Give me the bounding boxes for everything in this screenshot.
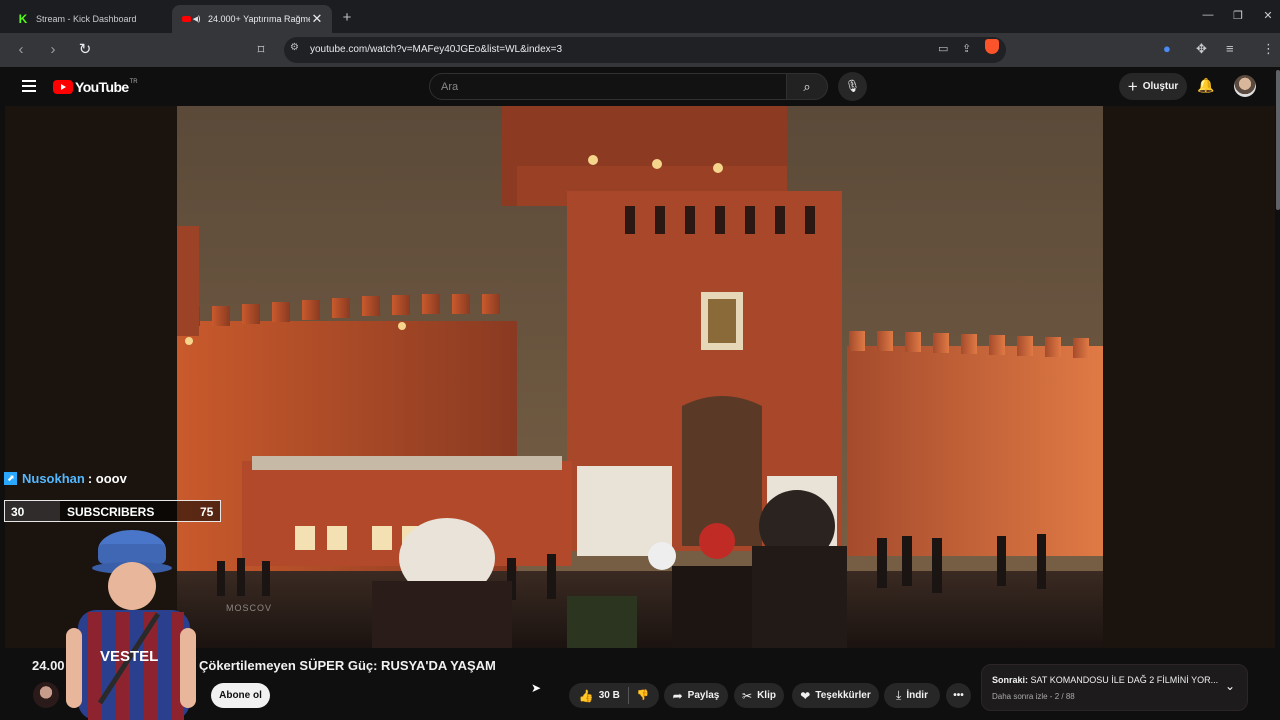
clip-button[interactable]: ✂ Klip	[734, 683, 784, 708]
shirt-text: VESTEL	[100, 648, 158, 665]
tab-youtube-video[interactable]: ◀) 24.000+ Yaptırıma Rağmen ✕	[172, 5, 332, 33]
chat-username: Nusokhan	[22, 471, 85, 486]
bookmark-icon[interactable]: ⌑	[250, 39, 272, 61]
channel-avatar[interactable]	[33, 682, 59, 708]
more-actions-button[interactable]: •••	[946, 683, 971, 708]
streamer-figure: VESTEL	[66, 530, 196, 720]
youtube-logo[interactable]: YouTube TR	[53, 79, 138, 95]
goal-end: 75	[200, 505, 214, 519]
streamer-overlay: VESTEL	[60, 528, 200, 720]
cast-icon[interactable]: ▭	[938, 42, 948, 55]
youtube-header: YouTube TR ⌕ 🎙 +Oluştur 🔔	[0, 67, 1280, 106]
tab-title: 24.000+ Yaptırıma Rağmen	[208, 14, 310, 24]
thanks-button[interactable]: ❤ Teşekkürler	[792, 683, 879, 708]
browser-toolbar: ‹ › ↻ ⌑ ⚙ youtube.com/watch?v=MAFey40JGE…	[0, 33, 1280, 67]
brave-shield-icon[interactable]	[985, 39, 999, 54]
dislike-button[interactable]: 👎	[637, 690, 649, 701]
search-button[interactable]: ⌕	[786, 73, 828, 100]
kremlin-night-scene	[177, 106, 1103, 648]
share-icon[interactable]: ⇪	[962, 42, 971, 55]
search-input[interactable]	[430, 74, 786, 99]
media-control-icon[interactable]: ≡	[1226, 41, 1234, 56]
restore-icon[interactable]: ❐	[1228, 9, 1248, 22]
share-button[interactable]: ➦ Paylaş	[664, 683, 728, 708]
youtube-play-icon	[53, 80, 73, 94]
browser-tab-strip: K Stream - Kick Dashboard ◀) 24.000+ Yap…	[0, 0, 1280, 36]
subscriber-goal-bar: 30 SUBSCRIBERS 75	[4, 500, 221, 522]
back-icon[interactable]: ‹	[10, 39, 32, 61]
forward-icon[interactable]: ›	[42, 39, 64, 61]
share-arrow-icon: ➦	[672, 688, 683, 703]
up-next-title-line: Sonraki: SAT KOMANDOSU İLE DAĞ 2 FİLMİNİ…	[992, 675, 1219, 685]
browser-menu-icon[interactable]: ⋮	[1262, 41, 1275, 57]
notifications-bell-icon[interactable]: 🔔	[1197, 77, 1214, 94]
super-thanks-icon: ❤	[800, 688, 811, 703]
more-dots-icon: •••	[953, 690, 964, 701]
site-settings-icon[interactable]: ⚙	[290, 42, 299, 53]
new-tab-button[interactable]: +	[338, 9, 356, 27]
up-next-panel[interactable]: Sonraki: SAT KOMANDOSU İLE DAĞ 2 FİLMİNİ…	[981, 664, 1248, 711]
goal-label: SUBSCRIBERS	[67, 505, 155, 519]
reload-icon[interactable]: ↻	[74, 39, 96, 61]
account-avatar[interactable]	[1234, 75, 1256, 97]
up-next-subtitle: Daha sonra izle - 2 / 88	[992, 692, 1075, 701]
url-text[interactable]: youtube.com/watch?v=MAFey40JGEo&list=WL&…	[310, 44, 562, 55]
chat-message: ⬈ Nusokhan : ooov	[4, 471, 127, 486]
tab-title: Stream - Kick Dashboard	[36, 14, 137, 24]
video-watermark: MOSCOV	[226, 603, 273, 613]
address-bar[interactable]: ⚙ youtube.com/watch?v=MAFey40JGEo&list=W…	[284, 37, 1006, 63]
close-window-icon[interactable]: ✕	[1258, 9, 1278, 22]
thumbs-up-icon: 👍	[578, 688, 594, 703]
extension-icon[interactable]: ●	[1163, 41, 1171, 56]
thumbs-down-icon: 👎	[636, 690, 650, 701]
up-next-title: SAT KOMANDOSU İLE DAĞ 2 FİLMİNİ YOR...	[1030, 675, 1219, 685]
microphone-icon: 🎙	[844, 79, 861, 93]
voice-search-button[interactable]: 🎙	[838, 72, 867, 101]
menu-icon[interactable]	[22, 80, 36, 95]
tab-kick-dashboard[interactable]: K Stream - Kick Dashboard	[8, 5, 170, 33]
minimize-icon[interactable]: —	[1198, 9, 1218, 21]
chat-badge-icon: ⬈	[4, 472, 17, 485]
kick-icon: K	[18, 12, 28, 26]
youtube-icon: ◀)	[180, 12, 202, 26]
like-button[interactable]: 👍 30 B	[579, 689, 620, 703]
download-button[interactable]: ⤓ İndir	[884, 683, 940, 708]
video-title: Çökertilemeyen SÜPER Güç: RUSYA'DA YAŞAM	[199, 658, 496, 673]
like-dislike-group: 👍 30 B 👎	[569, 683, 659, 708]
speaker-icon: ◀)	[192, 16, 201, 23]
search-icon: ⌕	[803, 79, 811, 94]
like-count: 30 B	[598, 690, 620, 701]
divider	[627, 687, 629, 704]
goal-start: 30	[11, 505, 25, 519]
search-box[interactable]	[429, 73, 787, 100]
download-icon: ⤓	[896, 688, 902, 702]
video-frame[interactable]	[177, 106, 1103, 648]
plus-icon: +	[1127, 77, 1138, 96]
extensions-puzzle-icon[interactable]: ✥	[1196, 41, 1207, 57]
mouse-cursor-icon: ➤	[531, 681, 542, 695]
page-scrollbar[interactable]	[1276, 70, 1280, 210]
scissors-icon: ✂	[742, 688, 753, 703]
chat-text: : ooov	[87, 471, 127, 486]
create-button[interactable]: + Oluştur	[1119, 73, 1187, 100]
close-tab-icon[interactable]: ✕	[310, 11, 324, 27]
subscribe-button[interactable]: Abone ol	[211, 683, 270, 708]
chevron-down-icon[interactable]: ⌄	[1225, 679, 1235, 693]
